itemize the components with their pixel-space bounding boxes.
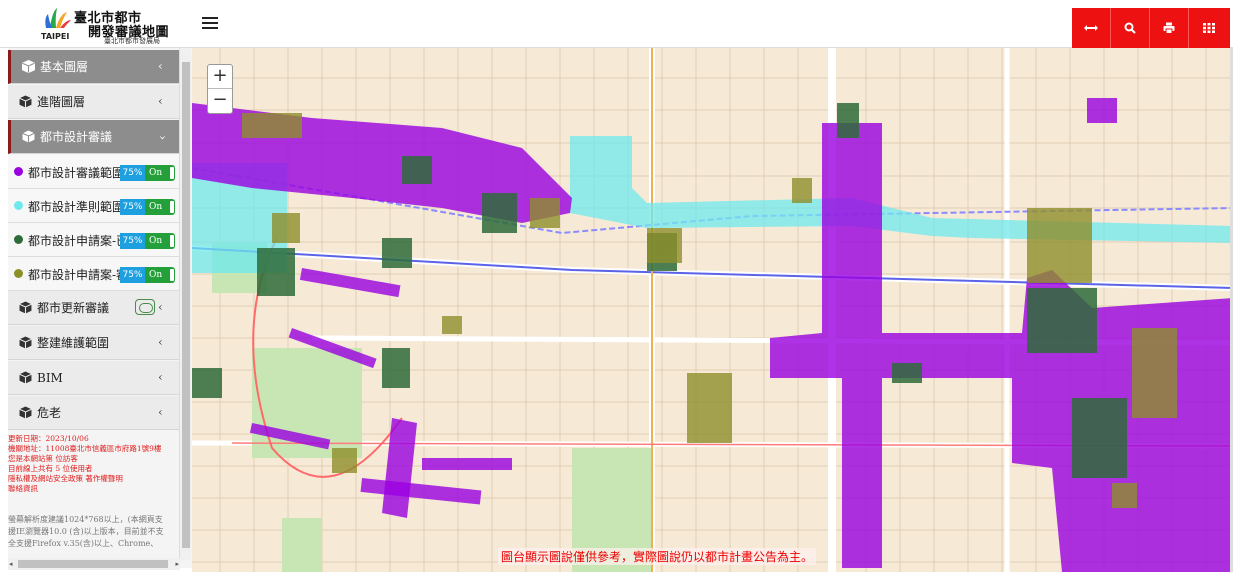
category-advanced-layers[interactable]: 進階圖層 ‹ bbox=[8, 85, 180, 119]
category-bim[interactable]: BIM ‹ bbox=[8, 361, 180, 395]
category-label: 整建維護範圍 bbox=[37, 336, 110, 350]
chevron-left-icon: ‹ bbox=[158, 405, 163, 419]
toolbar bbox=[1072, 8, 1230, 48]
sidebar-scrollbar[interactable] bbox=[179, 48, 191, 560]
site-subtitle: 臺北市都市發展局 bbox=[104, 37, 160, 45]
note-line: 螢幕解析度建議1024*768以上，(本網頁支 bbox=[8, 515, 163, 524]
category-label: BIM bbox=[37, 370, 63, 385]
cube-icon bbox=[19, 95, 32, 108]
opacity-button[interactable]: 75% bbox=[120, 267, 145, 283]
cube-icon bbox=[19, 301, 32, 314]
cube-icon bbox=[22, 130, 35, 143]
layer-item[interactable]: 都市設計準則範圍圖 75% On bbox=[8, 189, 180, 223]
site-info: 更新日期：2023/10/06 機關地址：11008臺北市信義區市府路1號9樓 … bbox=[8, 434, 180, 494]
zoom-control: + − bbox=[207, 64, 233, 114]
layer-color-dot bbox=[14, 167, 23, 176]
resize-arrows-icon[interactable] bbox=[1072, 8, 1111, 48]
category-urban-renewal-review[interactable]: 都市更新審議 ‹ bbox=[8, 291, 180, 325]
layer-toggle[interactable]: On bbox=[145, 233, 175, 249]
grid-icon[interactable] bbox=[1189, 8, 1228, 48]
category-basic-layers[interactable]: 基本圖層 ‹ bbox=[8, 50, 180, 84]
chevron-down-icon: ‹ bbox=[155, 135, 169, 140]
map-layers bbox=[192, 48, 1233, 572]
note-line: 援IE瀏覽器10.0 (含)以上版本，目前並不支 bbox=[8, 527, 164, 536]
zoom-out-button[interactable]: − bbox=[208, 89, 232, 113]
category-label: 都市設計審議 bbox=[40, 130, 113, 144]
category-urban-design-review[interactable]: 都市設計審議 ‹ bbox=[8, 120, 180, 154]
opacity-button[interactable]: 75% bbox=[120, 199, 145, 215]
layer-item[interactable]: 都市設計審議範圍圖 75% On bbox=[8, 155, 180, 189]
scroll-right-icon[interactable]: ▸ bbox=[175, 560, 179, 568]
layer-toggle[interactable]: On bbox=[145, 199, 175, 215]
layer-item[interactable]: 都市設計申請案-已 75% On bbox=[8, 223, 180, 257]
category-rebuild-maintenance[interactable]: 整建維護範圍 ‹ bbox=[8, 326, 180, 360]
cube-icon bbox=[19, 371, 32, 384]
toggle-icon[interactable] bbox=[135, 299, 155, 315]
visitor-count: 您是本網站第 位訪客 bbox=[8, 454, 78, 463]
category-label: 基本圖層 bbox=[40, 60, 89, 74]
layer-name: 都市設計申請案-已 bbox=[28, 234, 124, 248]
scrollbar-thumb[interactable] bbox=[18, 560, 168, 568]
map-canvas[interactable] bbox=[192, 48, 1233, 572]
category-dangerous-old[interactable]: 危老 ‹ bbox=[8, 396, 180, 430]
layer-color-dot bbox=[14, 201, 23, 210]
scrollbar-thumb[interactable] bbox=[182, 62, 190, 548]
note-line: 全支援Firefox v.35(含)以上、Chrome、 bbox=[8, 539, 159, 548]
logo[interactable]: TAIPEI 臺北市都市 開發審議地圖 臺北市都市發展局 bbox=[40, 6, 180, 45]
map-disclaimer: 圖台顯示圖說僅供參考，實際圖說仍以都市計畫公告為主。 bbox=[498, 548, 817, 565]
layer-toggle[interactable]: On bbox=[145, 165, 175, 181]
chevron-left-icon: ‹ bbox=[158, 370, 163, 384]
browser-note: 螢幕解析度建議1024*768以上，(本網頁支 援IE瀏覽器10.0 (含)以上… bbox=[8, 514, 180, 556]
privacy-link[interactable]: 隱私權及網站安全政策 著作權聲明 bbox=[8, 474, 180, 484]
header: TAIPEI 臺北市都市 開發審議地圖 臺北市都市發展局 bbox=[0, 0, 1233, 48]
zoom-in-button[interactable]: + bbox=[208, 65, 232, 89]
update-date: 更新日期：2023/10/06 bbox=[8, 434, 89, 443]
chevron-left-icon: ‹ bbox=[158, 300, 163, 314]
cube-icon bbox=[22, 60, 35, 73]
layer-name: 都市設計審議範圍圖 bbox=[28, 166, 124, 180]
category-label: 進階圖層 bbox=[37, 95, 86, 109]
layer-toggle[interactable]: On bbox=[145, 267, 175, 283]
layer-name: 都市設計申請案-審 bbox=[28, 268, 124, 282]
layer-item[interactable]: 都市設計申請案-審 75% On bbox=[8, 257, 180, 291]
app-window: TAIPEI 臺北市都市 開發審議地圖 臺北市都市發展局 基本圖層 ‹ 進階圖層 bbox=[0, 0, 1233, 572]
cube-icon bbox=[19, 406, 32, 419]
cube-icon bbox=[19, 336, 32, 349]
scroll-left-icon[interactable]: ◂ bbox=[9, 560, 13, 568]
opacity-button[interactable]: 75% bbox=[120, 165, 145, 181]
print-icon[interactable] bbox=[1150, 8, 1189, 48]
hamburger-menu-icon[interactable] bbox=[202, 17, 218, 31]
agency-address: 機關地址：11008臺北市信義區市府路1號9樓 bbox=[8, 444, 162, 453]
category-label: 都市更新審議 bbox=[37, 301, 110, 315]
category-label: 危老 bbox=[37, 406, 62, 420]
layer-color-dot bbox=[14, 235, 23, 244]
chevron-left-icon: ‹ bbox=[158, 59, 163, 73]
chevron-left-icon: ‹ bbox=[158, 94, 163, 108]
layer-name: 都市設計準則範圍圖 bbox=[28, 200, 124, 214]
chevron-left-icon: ‹ bbox=[158, 335, 163, 349]
opacity-button[interactable]: 75% bbox=[120, 233, 145, 249]
sidebar-horizontal-scrollbar[interactable]: ◂ ▸ bbox=[8, 558, 180, 570]
contact-link[interactable]: 聯絡資訊 bbox=[8, 484, 180, 494]
search-icon[interactable] bbox=[1111, 8, 1150, 48]
logo-text: TAIPEI bbox=[41, 32, 70, 41]
layer-color-dot bbox=[14, 269, 23, 278]
online-users: 目前線上共有 5 位使用者 bbox=[8, 464, 93, 473]
